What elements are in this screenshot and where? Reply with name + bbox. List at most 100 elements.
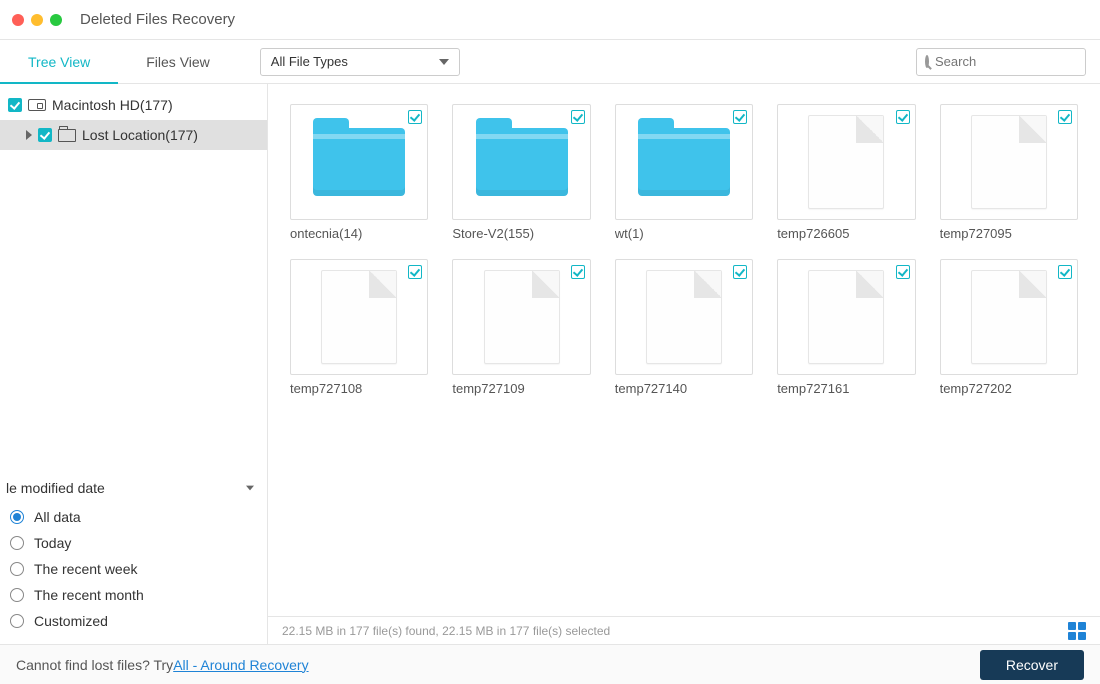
tab-label: Tree View [28,54,90,70]
file-icon [646,270,722,364]
checkbox-icon[interactable] [1058,110,1072,124]
date-filter-label: Customized [34,613,108,629]
date-filter-header[interactable]: le modified date [6,478,257,504]
radio-icon [10,614,24,628]
chevron-down-icon [439,59,449,65]
checkbox-icon[interactable] [8,98,22,112]
window-controls [12,14,62,26]
tab-label: Files View [146,54,210,70]
radio-icon [10,562,24,576]
date-filter-label: Today [34,535,71,551]
result-item-name: temp727161 [777,381,915,396]
grid-view-toggle[interactable] [1068,622,1086,640]
result-item[interactable]: temp727202 [940,259,1078,396]
maximize-window-button[interactable] [50,14,62,26]
result-thumbnail [452,259,590,375]
all-around-recovery-link[interactable]: All - Around Recovery [173,657,308,673]
result-thumbnail [777,104,915,220]
result-thumbnail [777,259,915,375]
result-item-name: ontecnia(14) [290,226,428,241]
expand-icon[interactable] [26,130,32,140]
folder-tree: Macintosh HD(177) Lost Location(177) [0,84,267,150]
date-filter-option[interactable]: Customized [6,608,257,634]
search-input[interactable] [935,54,1100,69]
folder-icon [476,128,568,196]
date-filter-option[interactable]: All data [6,504,257,530]
status-text: 22.15 MB in 177 file(s) found, 22.15 MB … [282,624,610,638]
checkbox-icon[interactable] [571,110,585,124]
folder-icon [638,128,730,196]
result-item[interactable]: Store-V2(155) [452,104,590,241]
close-window-button[interactable] [12,14,24,26]
tree-root-node[interactable]: Macintosh HD(177) [0,90,267,120]
checkbox-icon[interactable] [408,265,422,279]
result-item-name: temp727095 [940,226,1078,241]
checkbox-icon[interactable] [733,265,747,279]
result-thumbnail [615,104,753,220]
folder-icon [313,128,405,196]
folder-icon [58,129,76,142]
window-title: Deleted Files Recovery [80,11,235,28]
tab-tree-view[interactable]: Tree View [0,40,118,83]
result-item[interactable]: temp727109 [452,259,590,396]
result-item[interactable]: temp727140 [615,259,753,396]
status-bar: 22.15 MB in 177 file(s) found, 22.15 MB … [268,616,1100,644]
file-icon [484,270,560,364]
date-filter-label: All data [34,509,81,525]
result-item-name: temp727140 [615,381,753,396]
chevron-down-icon [246,486,254,491]
search-icon [925,55,929,68]
result-item[interactable]: temp727095 [940,104,1078,241]
result-thumbnail [940,104,1078,220]
recover-button[interactable]: Recover [980,650,1084,680]
minimize-window-button[interactable] [31,14,43,26]
radio-icon [10,536,24,550]
sidebar: Macintosh HD(177) Lost Location(177) le … [0,84,268,644]
date-filter-option[interactable]: The recent month [6,582,257,608]
result-item-name: temp727109 [452,381,590,396]
footer-prompt: Cannot find lost files? Try [16,657,173,673]
checkbox-icon[interactable] [896,265,910,279]
tab-files-view[interactable]: Files View [118,40,238,83]
file-icon [808,270,884,364]
checkbox-icon[interactable] [571,265,585,279]
result-item[interactable]: temp726605 [777,104,915,241]
footer: Cannot find lost files? Try All - Around… [0,644,1100,684]
tree-child-node[interactable]: Lost Location(177) [0,120,267,150]
titlebar: Deleted Files Recovery [0,0,1100,40]
toolbar: Tree View Files View All File Types [0,40,1100,84]
checkbox-icon[interactable] [896,110,910,124]
content-area: ontecnia(14) Store-V2(155) wt(1) temp726605… [268,84,1100,644]
date-filter-option[interactable]: The recent week [6,556,257,582]
result-item[interactable]: ontecnia(14) [290,104,428,241]
result-item[interactable]: wt(1) [615,104,753,241]
disk-icon [28,99,46,111]
file-icon [971,270,1047,364]
checkbox-icon[interactable] [1058,265,1072,279]
date-filter-label: The recent month [34,587,144,603]
view-tabs: Tree View Files View [0,40,238,83]
checkbox-icon[interactable] [733,110,747,124]
search-field[interactable] [916,48,1086,76]
filetype-dropdown[interactable]: All File Types [260,48,460,76]
result-item[interactable]: temp727108 [290,259,428,396]
date-filter-label: The recent week [34,561,138,577]
radio-icon [10,510,24,524]
result-item-name: temp727108 [290,381,428,396]
result-item-name: wt(1) [615,226,753,241]
result-item[interactable]: temp727161 [777,259,915,396]
file-icon [808,115,884,209]
result-item-name: temp726605 [777,226,915,241]
result-thumbnail [615,259,753,375]
result-thumbnail [452,104,590,220]
radio-icon [10,588,24,602]
date-filter-option[interactable]: Today [6,530,257,556]
checkbox-icon[interactable] [408,110,422,124]
tree-node-label: Macintosh HD(177) [52,97,173,113]
result-item-name: temp727202 [940,381,1078,396]
checkbox-icon[interactable] [38,128,52,142]
file-icon [321,270,397,364]
results-grid: ontecnia(14) Store-V2(155) wt(1) temp726605… [268,84,1100,616]
date-filter-panel: le modified date All data Today The recent… [0,470,267,644]
file-icon [971,115,1047,209]
